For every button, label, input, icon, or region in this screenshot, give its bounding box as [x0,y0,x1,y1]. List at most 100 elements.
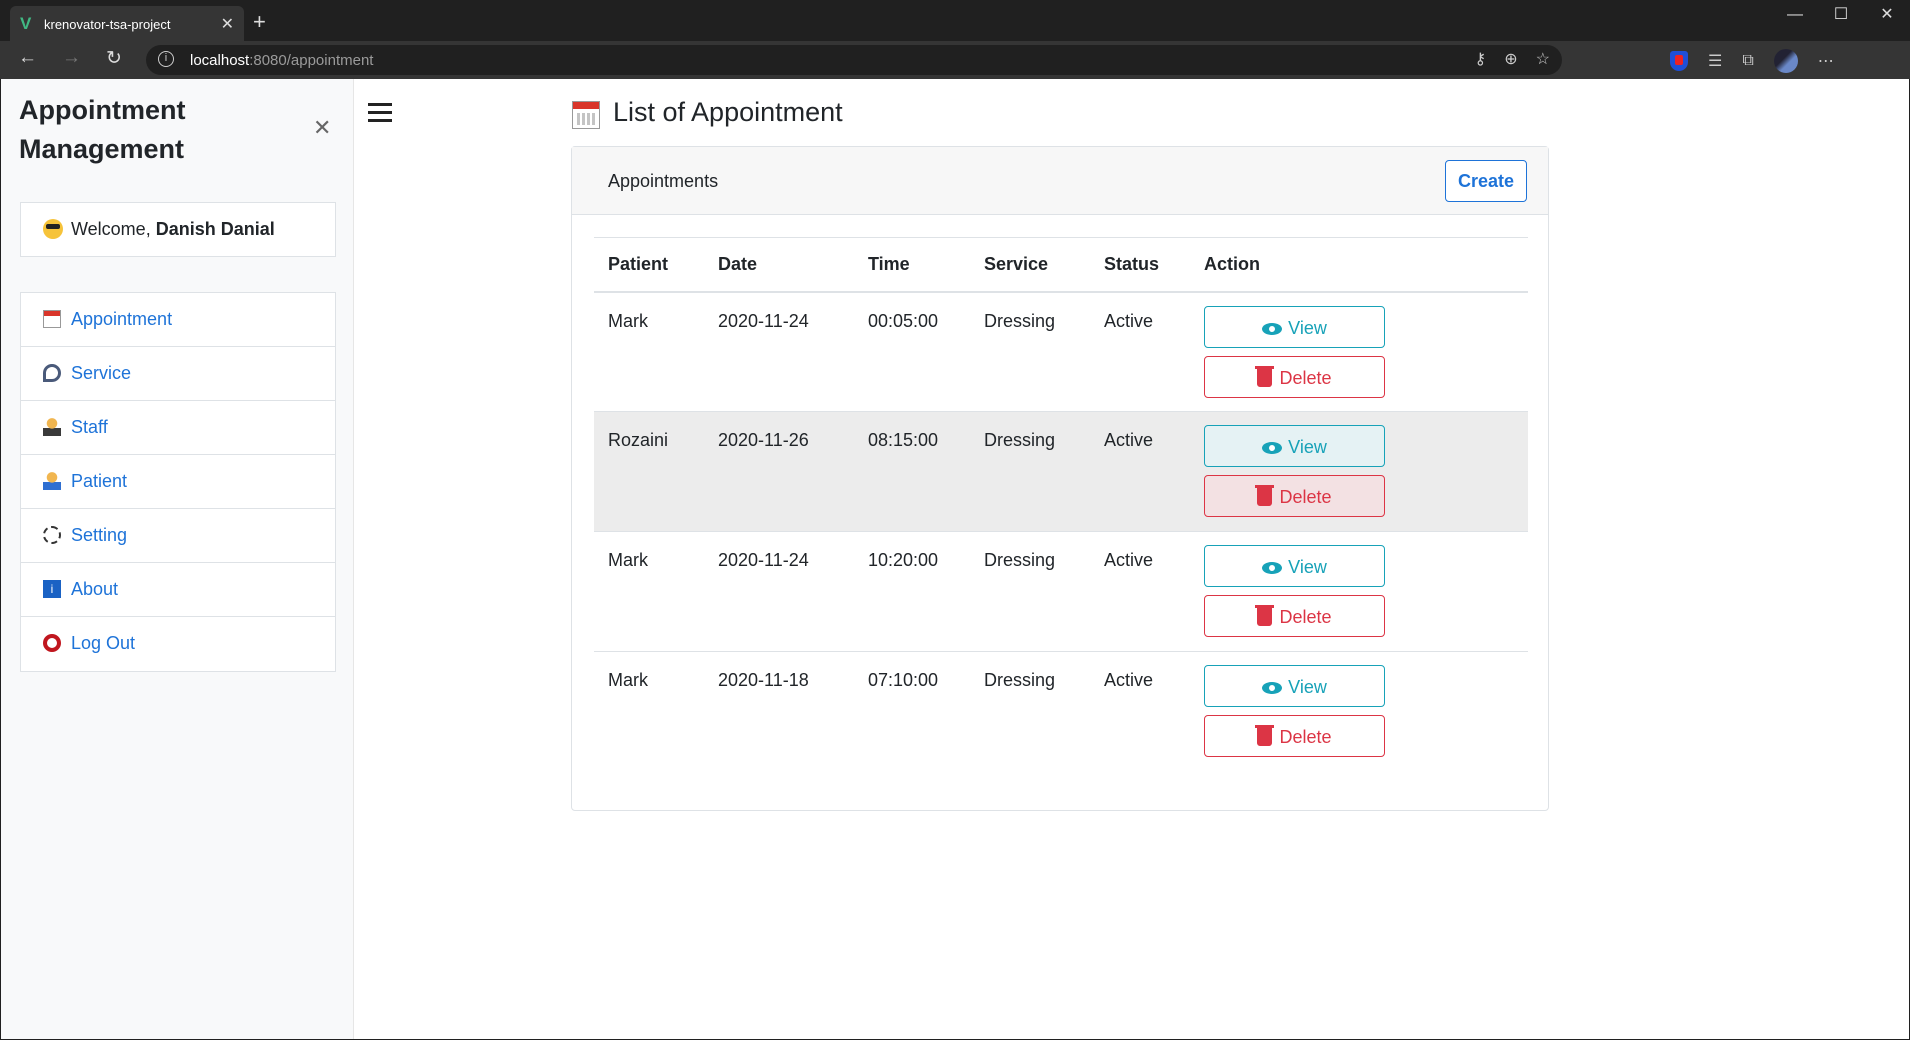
sidebar-item-label: Setting [71,525,128,545]
menu-toggle-icon[interactable] [368,103,392,123]
maximize-icon[interactable]: ☐ [1818,0,1864,32]
cell-patient: Mark [594,531,704,652]
table-row: Mark 2020-11-18 07:10:00 Dressing Active… [594,652,1528,772]
view-label: View [1288,437,1327,457]
delete-button[interactable]: Delete [1204,715,1385,757]
browser-tab-bar: V krenovator-tsa-project ✕ + — ☐ ✕ [0,0,1910,41]
view-label: View [1288,317,1327,338]
appointments-card: Appointments Create Patient Date Time Se… [571,146,1549,811]
cell-service: Dressing [970,411,1090,532]
table-row: Rozaini 2020-11-26 08:15:00 Dressing Act… [594,411,1528,532]
view-button[interactable]: View [1204,425,1385,467]
url-field[interactable]: i localhost:8080/appointment ⚷ ⊕ ☆ [146,45,1562,75]
vue-logo-icon: V [20,14,32,33]
patient-icon [43,472,61,490]
trash-icon [1255,365,1275,387]
close-tab-icon[interactable]: ✕ [221,14,234,34]
cell-action: View Delete [1190,291,1528,412]
cell-date: 2020-11-26 [704,411,854,532]
brand-line-2: Management [19,134,185,164]
sidebar-brand: Appointment Management [19,91,185,169]
delete-button[interactable]: Delete [1204,355,1385,398]
sidebar-item-label: Appointment [71,309,173,329]
close-window-icon[interactable]: ✕ [1864,0,1910,32]
sidebar-item-appointment[interactable]: Appointment [21,293,335,347]
url-path: :8080/appointment [249,52,374,69]
view-button[interactable]: View [1204,545,1385,587]
new-tab-icon[interactable]: + [253,9,266,35]
page: Appointment Management ✕ Welcome, Danish… [1,79,1909,1039]
view-label: View [1288,677,1327,697]
delete-button[interactable]: Delete [1204,595,1385,637]
trash-icon [1255,725,1275,746]
close-sidebar-icon[interactable]: ✕ [313,115,331,141]
zoom-icon[interactable]: ⊕ [1504,49,1517,69]
forward-icon[interactable]: → [62,47,81,69]
delete-label: Delete [1279,727,1332,747]
refresh-icon[interactable]: ↻ [106,47,122,70]
site-info-icon[interactable]: i [158,51,174,67]
sidebar-item-about[interactable]: i About [21,563,335,617]
card-title: Appointments [608,171,719,191]
window-controls: — ☐ ✕ [1772,0,1910,32]
favorites-icon[interactable]: ☰ [1708,51,1722,71]
back-icon[interactable]: ← [18,47,37,69]
column-header: Action [1190,237,1528,293]
logout-icon [43,634,61,652]
address-bar: ← → ↻ i localhost:8080/appointment ⚷ ⊕ ☆… [0,41,1910,79]
column-header: Patient [594,237,704,293]
sidebar-menu: Appointment Service Staff Patient Settin… [20,292,336,672]
create-button[interactable]: Create [1445,160,1527,202]
extension-shield-icon[interactable] [1670,51,1688,71]
staff-icon [43,418,61,436]
profile-avatar[interactable] [1773,49,1798,73]
delete-button[interactable]: Delete [1204,475,1385,517]
sidebar-item-service[interactable]: Service [21,347,335,401]
minimize-icon[interactable]: — [1772,0,1818,32]
tab-title: krenovator-tsa-project [44,17,171,32]
sidebar-item-patient[interactable]: Patient [21,455,335,509]
cell-date: 2020-11-18 [718,670,809,690]
browser-tab[interactable]: V krenovator-tsa-project ✕ [10,6,244,41]
sidebar-item-setting[interactable]: Setting [21,509,335,563]
sidebar-item-label: Log Out [71,633,136,653]
calendar-icon [43,310,61,328]
more-icon[interactable]: ⋯ [1818,51,1834,71]
cell-action: View Delete [1190,531,1528,652]
cell-time: 10:20:00 [854,531,970,652]
sidebar-item-label: Patient [71,471,128,491]
cell-status: Active [1090,531,1190,652]
sidebar-item-label: About [71,579,119,599]
cell-action: View Delete [1190,411,1528,532]
eye-icon [1262,682,1283,695]
cell-time: 00:05:00 [854,291,970,412]
column-header: Service [970,237,1090,293]
table-row: Mark 2020-11-24 00:05:00 Dressing Active… [594,291,1528,412]
page-title-text: List of Appointment [613,97,843,127]
cell-patient: Rozaini [594,411,704,532]
sidebar-item-log-out[interactable]: Log Out [21,617,335,671]
collections-icon[interactable]: ⧉ [1742,52,1753,70]
table-header-row: Patient Date Time Service Status Action [594,237,1528,293]
view-button[interactable]: View [1204,665,1385,707]
sidebar-item-label: Staff [71,417,108,437]
delete-label: Delete [1279,367,1332,388]
delete-label: Delete [1279,607,1332,627]
cell-time: 07:10:00 [868,670,939,690]
favorite-star-icon[interactable]: ☆ [1536,49,1550,69]
column-header: Status [1090,237,1190,293]
cell-date: 2020-11-24 [704,531,854,652]
cell-action: View Delete [1190,652,1528,772]
table-row: Mark 2020-11-24 10:20:00 Dressing Active… [594,531,1528,652]
card-header: Appointments Create [572,147,1548,215]
trash-icon [1255,605,1275,626]
eye-icon [1262,442,1283,455]
view-button[interactable]: View [1204,305,1385,348]
cell-status: Active [1090,291,1190,412]
calendar-icon [572,101,600,129]
cell-service: Dressing [970,291,1090,412]
sidebar-item-staff[interactable]: Staff [21,401,335,455]
key-icon[interactable]: ⚷ [1475,49,1487,69]
sidebar: Appointment Management ✕ Welcome, Danish… [1,79,354,1039]
user-name: Danish Danial [155,219,275,239]
